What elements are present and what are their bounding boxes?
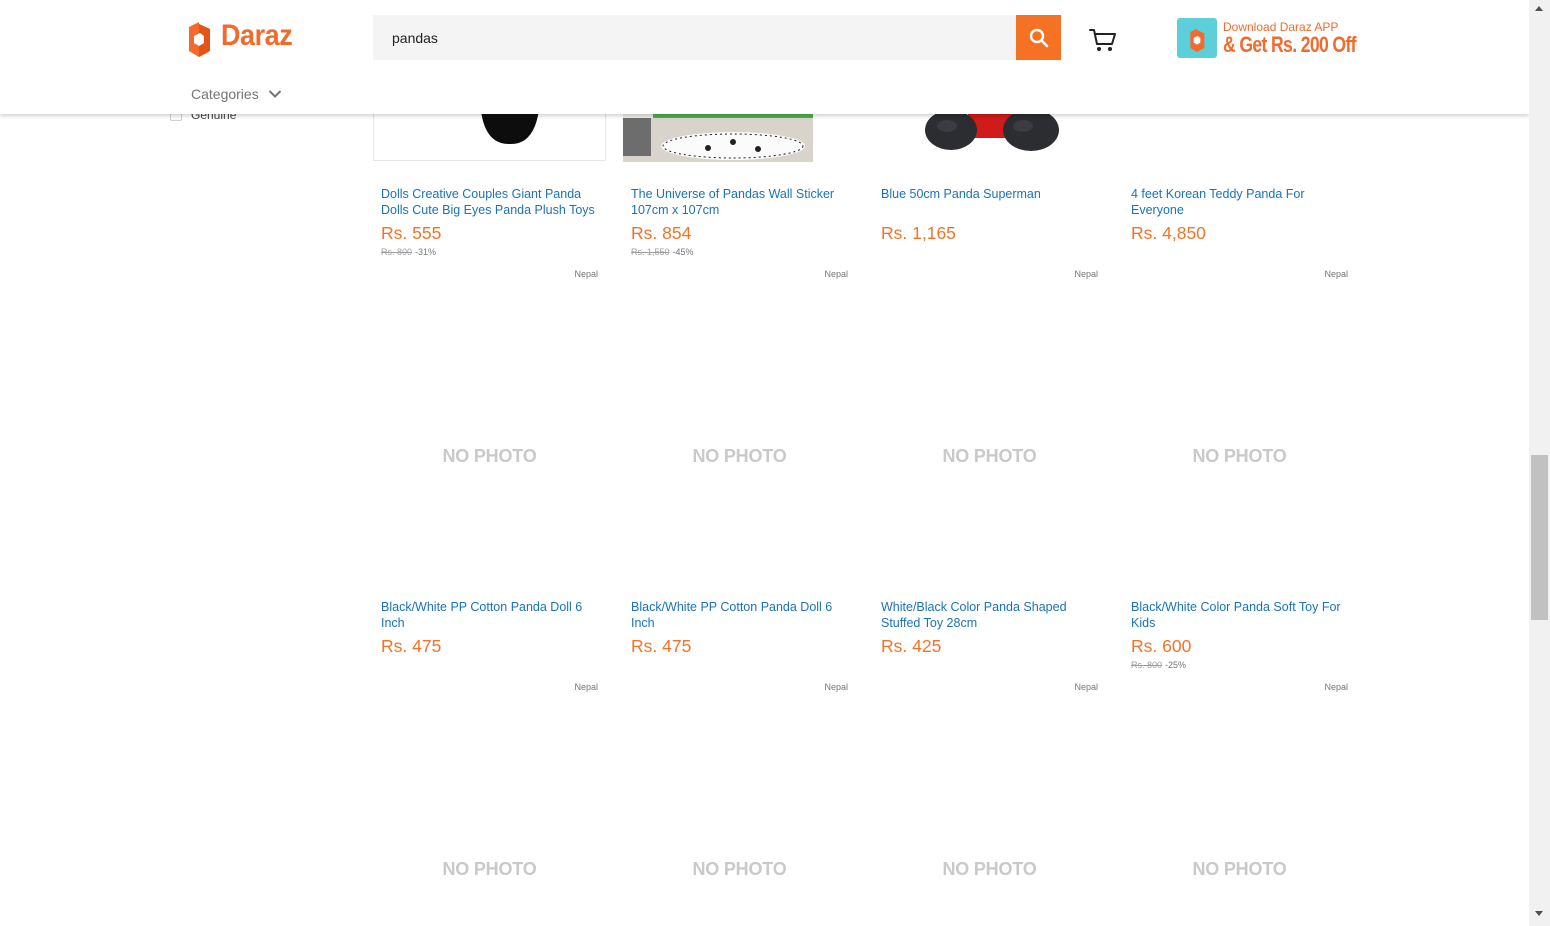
product-card[interactable]: NO PHOTO bbox=[373, 755, 606, 926]
product-card[interactable]: NO PHOTO bbox=[1123, 755, 1356, 926]
product-location: Nepal bbox=[1324, 682, 1348, 692]
search-input[interactable] bbox=[373, 15, 992, 60]
cart-icon bbox=[1089, 29, 1116, 51]
product-image-placeholder[interactable] bbox=[623, 755, 856, 926]
no-photo-placeholder: NO PHOTO bbox=[942, 859, 1037, 879]
product-card[interactable]: NO PHOTO Black/White Color Panda Soft To… bbox=[1123, 342, 1356, 698]
scroll-down-arrow-icon[interactable] bbox=[1535, 911, 1543, 916]
no-photo-placeholder: NO PHOTO bbox=[692, 859, 787, 879]
original-price: Rs. 800 bbox=[1131, 660, 1163, 670]
product-title[interactable]: White/Black Color Panda Shaped Stuffed T… bbox=[881, 599, 1103, 631]
product-image-placeholder[interactable] bbox=[373, 755, 606, 926]
product-location: Nepal bbox=[1074, 269, 1098, 279]
product-original-price: Rs. 1,550 -45% bbox=[631, 247, 694, 257]
no-photo-placeholder: NO PHOTO bbox=[1192, 859, 1287, 879]
product-price: Rs. 475 bbox=[381, 636, 442, 656]
product-location: Nepal bbox=[824, 682, 848, 692]
download-app-banner[interactable]: Download Daraz APP & Get Rs. 200 Off bbox=[1177, 17, 1389, 59]
product-title[interactable]: Black/White PP Cotton Panda Doll 6 Inch bbox=[631, 599, 853, 631]
no-photo-placeholder: NO PHOTO bbox=[442, 446, 537, 466]
product-card[interactable]: NO PHOTO Black/White PP Cotton Panda Dol… bbox=[623, 342, 856, 698]
product-location: Nepal bbox=[1074, 682, 1098, 692]
search-results-page: Dolls Creative Couples Giant Panda Dolls… bbox=[0, 0, 1529, 926]
product-location: Nepal bbox=[574, 682, 598, 692]
original-price: Rs. 1,550 bbox=[631, 247, 670, 257]
product-price: Rs. 555 bbox=[381, 223, 442, 243]
no-photo-placeholder: NO PHOTO bbox=[942, 446, 1037, 466]
app-promo-line2: & Get Rs. 200 Off bbox=[1223, 32, 1357, 57]
product-price: Rs. 475 bbox=[631, 636, 692, 656]
product-price: Rs. 600 bbox=[1131, 636, 1192, 656]
product-location: Nepal bbox=[1324, 269, 1348, 279]
search-bar[interactable] bbox=[373, 15, 1016, 60]
product-title[interactable]: Black/White Color Panda Soft Toy For Kid… bbox=[1131, 599, 1353, 631]
product-image-placeholder[interactable] bbox=[1123, 755, 1356, 926]
product-original-price: Rs. 800 -31% bbox=[381, 247, 436, 257]
product-location: Nepal bbox=[824, 269, 848, 279]
product-title[interactable]: Black/White PP Cotton Panda Doll 6 Inch bbox=[381, 599, 603, 631]
product-original-price: Rs. 800 -25% bbox=[1131, 660, 1186, 670]
scrollbar-thumb[interactable] bbox=[1531, 455, 1548, 620]
site-header: Daraz Do bbox=[0, 0, 1529, 114]
daraz-app-icon bbox=[1190, 24, 1205, 52]
categories-menu[interactable]: Categories bbox=[191, 86, 282, 102]
original-price: Rs. 800 bbox=[381, 247, 413, 257]
product-card[interactable]: NO PHOTO White/Black Color Panda Shaped … bbox=[873, 342, 1106, 698]
logo-text: Daraz bbox=[221, 19, 293, 52]
discount-badge: -31% bbox=[415, 247, 437, 257]
product-card[interactable]: NO PHOTO bbox=[873, 755, 1106, 926]
daraz-logo[interactable]: Daraz bbox=[186, 15, 300, 57]
product-title[interactable]: Dolls Creative Couples Giant Panda Dolls… bbox=[381, 186, 603, 218]
product-price: Rs. 1,165 bbox=[881, 223, 956, 243]
search-button[interactable] bbox=[1016, 15, 1061, 60]
product-title[interactable]: Blue 50cm Panda Superman bbox=[881, 186, 1103, 202]
product-location: Nepal bbox=[574, 269, 598, 279]
no-photo-placeholder: NO PHOTO bbox=[442, 859, 537, 879]
product-price: Rs. 4,850 bbox=[1131, 223, 1206, 243]
product-title[interactable]: The Universe of Pandas Wall Sticker 107c… bbox=[631, 186, 853, 218]
no-photo-placeholder: NO PHOTO bbox=[1192, 446, 1287, 466]
product-card[interactable]: NO PHOTO Black/White PP Cotton Panda Dol… bbox=[373, 342, 606, 698]
discount-badge: -45% bbox=[672, 247, 694, 257]
product-title[interactable]: 4 feet Korean Teddy Panda For Everyone bbox=[1131, 186, 1353, 218]
product-card[interactable]: NO PHOTO bbox=[623, 755, 856, 926]
product-price: Rs. 425 bbox=[881, 636, 942, 656]
cart-button[interactable] bbox=[1088, 26, 1118, 54]
page-scrollbar[interactable] bbox=[1529, 0, 1550, 926]
no-photo-placeholder: NO PHOTO bbox=[692, 446, 787, 466]
scroll-up-arrow-icon[interactable] bbox=[1535, 6, 1543, 11]
product-image-placeholder[interactable] bbox=[873, 755, 1106, 926]
chevron-down-icon bbox=[268, 90, 281, 98]
discount-badge: -25% bbox=[1165, 660, 1187, 670]
search-icon bbox=[1029, 28, 1048, 47]
product-price: Rs. 854 bbox=[631, 223, 692, 243]
app-icon bbox=[1177, 18, 1217, 58]
categories-label: Categories bbox=[191, 86, 259, 102]
daraz-logo-icon bbox=[189, 15, 210, 57]
